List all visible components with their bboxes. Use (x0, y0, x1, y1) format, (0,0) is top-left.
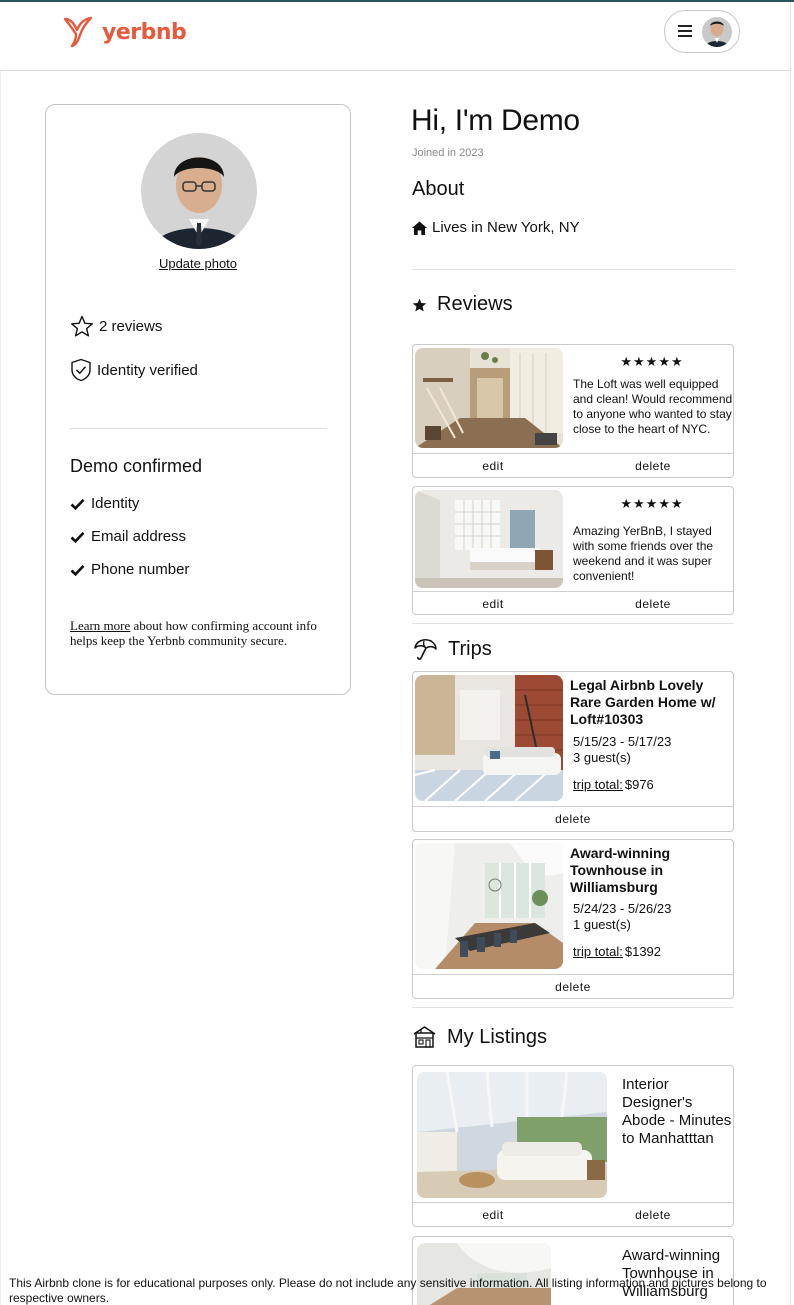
house-icon (413, 1026, 436, 1048)
trip-guests: 1 guest(s) (573, 917, 631, 932)
trip-title[interactable]: Award-winning Townhouse in Williamsburg (570, 845, 730, 896)
user-menu-button[interactable] (664, 10, 740, 53)
learn-more-link[interactable]: Learn more (70, 618, 130, 633)
listings-title: My Listings (447, 1025, 548, 1048)
page-title: Hi, I'm Demo (411, 104, 580, 137)
left-edge (0, 71, 1, 1305)
confirmed-item: Phone number (70, 561, 189, 578)
about-title: About (412, 178, 465, 200)
scrollbar-edge (790, 2, 791, 1305)
avatar (702, 17, 732, 47)
trip-actions: delete (413, 806, 733, 830)
joined-date: Joined in 2023 (412, 147, 484, 159)
review-listing-photo (415, 348, 563, 448)
review-listing-photo (415, 490, 563, 588)
trip-date-range: 5/24/23 - 5/26/23 (573, 901, 672, 916)
trip-guests: 3 guest(s) (573, 750, 631, 765)
divider (412, 1007, 734, 1008)
reviews-count-label: 2 reviews (99, 318, 163, 335)
delete-review-button[interactable]: delete (573, 597, 733, 611)
check-icon (70, 564, 85, 576)
umbrella-icon (414, 639, 437, 660)
trip-total-label[interactable]: trip total: (573, 777, 623, 792)
site-header: yerbnb (0, 2, 790, 71)
review-actions: edit delete (413, 453, 733, 477)
confirmed-item-label: Identity (91, 495, 140, 512)
trips-section-title: Trips (412, 637, 492, 661)
yerbnb-logo-icon (63, 16, 93, 48)
listings-section-title: My Listings (412, 1025, 547, 1049)
learn-more-text: Learn more about how confirming account … (70, 618, 332, 648)
home-icon (412, 221, 427, 235)
trip-total: trip total: $1392 (573, 944, 661, 959)
check-icon (70, 531, 85, 543)
trip-total: trip total: $976 (573, 777, 654, 792)
review-text: Amazing YerBnB, I stayed with some frien… (573, 524, 714, 583)
listing-card: Interior Designer's Abode - Minutes to M… (412, 1065, 734, 1227)
divider (412, 269, 734, 270)
trip-total-label[interactable]: trip total: (573, 944, 623, 959)
trip-card: Award-winning Townhouse in Williamsburg … (412, 839, 734, 999)
trip-listing-photo (415, 675, 563, 801)
edit-review-button[interactable]: edit (413, 597, 573, 611)
listing-photo (417, 1072, 607, 1198)
check-icon (70, 498, 85, 510)
review-text: The Loft was well equipped and clean! Wo… (573, 377, 733, 436)
review-rating: ★★★★★ (620, 496, 684, 511)
confirmed-item-label: Email address (91, 528, 187, 545)
delete-trip-button[interactable]: delete (413, 980, 733, 994)
identity-verified: Identity verified (70, 358, 198, 382)
trip-card: Legal Airbnb Lovely Rare Garden Home w/ … (412, 671, 734, 832)
delete-trip-button[interactable]: delete (413, 812, 733, 826)
logo[interactable]: yerbnb (62, 14, 187, 50)
star-icon (412, 298, 427, 311)
profile-card: Update photo 2 reviews Identity verified… (45, 104, 351, 695)
lives-in: Lives in New York, NY (412, 219, 580, 236)
reviews-section-title: Reviews (412, 293, 513, 316)
lives-in-label: Lives in New York, NY (432, 219, 580, 236)
trips-title: Trips (448, 637, 492, 660)
reviews-count: 2 reviews (70, 315, 162, 338)
edit-listing-button[interactable]: edit (413, 1208, 573, 1222)
listing-title[interactable]: Interior Designer's Abode - Minutes to M… (622, 1076, 732, 1148)
trip-total-value: $1392 (624, 944, 662, 959)
shield-check-icon (71, 358, 91, 382)
review-card: ★★★★★ Amazing YerBnB, I stayed with some… (412, 486, 734, 615)
review-card: ★★★★★ The Loft was well equipped and cle… (412, 344, 734, 478)
hamburger-icon (678, 25, 692, 37)
trip-date-range: 5/15/23 - 5/17/23 (573, 734, 672, 749)
trip-actions: delete (413, 974, 733, 998)
trip-title[interactable]: Legal Airbnb Lovely Rare Garden Home w/ … (570, 677, 730, 728)
review-actions: edit delete (413, 591, 733, 614)
star-outline-icon (71, 315, 93, 337)
profile-photo (141, 133, 257, 249)
divider (70, 428, 327, 429)
confirmed-item: Identity (70, 495, 139, 512)
trip-dates: 5/24/23 - 5/26/23 1 guest(s) (573, 901, 671, 933)
identity-verified-label: Identity verified (97, 361, 198, 379)
confirmed-item-label: Phone number (91, 561, 190, 578)
trip-listing-photo (415, 843, 563, 969)
logo-text: yerbnb (102, 19, 187, 45)
review-rating: ★★★★★ (620, 354, 684, 369)
edit-review-button[interactable]: edit (413, 459, 573, 473)
divider (412, 623, 734, 624)
update-photo-link[interactable]: Update photo (46, 256, 350, 271)
delete-review-button[interactable]: delete (573, 459, 733, 473)
confirmed-item: Email address (70, 528, 186, 545)
listing-actions: edit delete (413, 1202, 733, 1226)
delete-listing-button[interactable]: delete (573, 1208, 733, 1222)
footer-disclaimer: This Airbnb clone is for educational pur… (9, 1276, 767, 1305)
confirmed-title: Demo confirmed (70, 456, 203, 476)
trip-dates: 5/15/23 - 5/17/23 3 guest(s) (573, 734, 671, 766)
reviews-title: Reviews (437, 293, 513, 315)
trip-total-value: $976 (624, 777, 654, 792)
